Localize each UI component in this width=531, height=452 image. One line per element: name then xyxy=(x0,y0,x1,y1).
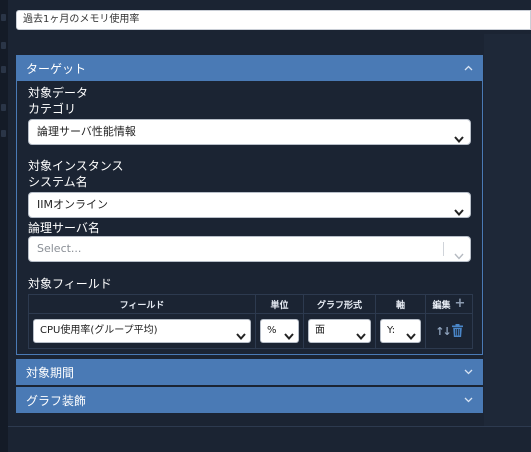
target-panel-header[interactable]: ターゲット xyxy=(16,55,483,81)
unit-select[interactable]: % xyxy=(260,319,299,343)
decoration-panel-header[interactable]: グラフ装飾 xyxy=(16,387,483,413)
plus-icon[interactable]: + xyxy=(455,297,466,310)
category-select-value: 論理サーバ性能情報 xyxy=(37,125,136,138)
chevron-down-icon xyxy=(284,327,294,342)
field-table: フィールド 単位 グラフ形式 軸 編集 + CPU使用率(グループ平均) % 面… xyxy=(28,294,473,349)
chevron-down-icon xyxy=(236,327,246,342)
target-panel: ターゲット 対象データ カテゴリ 論理サーバ性能情報 対象インスタンス システム… xyxy=(16,55,483,355)
right-column xyxy=(484,34,531,426)
target-panel-title: ターゲット xyxy=(26,61,87,76)
field-select[interactable]: CPU使用率(グループ平均) xyxy=(33,319,251,343)
target-data-label: 対象データ xyxy=(28,86,89,100)
sort-icon[interactable]: ↑↓ xyxy=(435,325,452,338)
category-label: カテゴリ xyxy=(28,102,77,116)
rail-icon xyxy=(1,14,6,21)
bottom-divider xyxy=(8,426,531,427)
category-select[interactable]: 論理サーバ性能情報 xyxy=(28,119,471,145)
graph-type-select[interactable]: 面 xyxy=(308,319,371,343)
edit-header-label: 編集 xyxy=(432,300,451,311)
edit-column-header: 編集 + xyxy=(425,294,473,314)
chevron-down-icon xyxy=(406,327,416,342)
unit-select-value: % xyxy=(267,325,277,336)
chevron-up-icon[interactable] xyxy=(464,65,473,71)
system-name-select[interactable]: IIMオンライン xyxy=(28,192,471,218)
graph-type-column-header: グラフ形式 xyxy=(303,294,376,314)
field-column-header: フィールド xyxy=(28,294,256,314)
period-panel: 対象期間 xyxy=(16,359,483,385)
chevron-down-icon xyxy=(454,128,464,144)
axis-select-value: Y: xyxy=(387,325,396,336)
rail-icon xyxy=(1,66,6,73)
chevron-down-icon xyxy=(454,245,464,261)
graph-type-select-value: 面 xyxy=(315,325,325,336)
axis-select[interactable]: Y: xyxy=(380,319,421,343)
field-select-value: CPU使用率(グループ平均) xyxy=(40,325,158,336)
chevron-down-icon xyxy=(356,327,366,342)
rail-icon xyxy=(1,104,6,111)
axis-column-header: 軸 xyxy=(375,294,426,314)
left-rail xyxy=(0,0,8,452)
logical-server-select[interactable]: Select... xyxy=(28,236,471,262)
rail-icon xyxy=(1,130,6,137)
logical-server-placeholder: Select... xyxy=(37,242,82,255)
graph-title-input[interactable]: 過去1ヶ月のメモリ使用率 xyxy=(16,10,531,30)
chevron-down-icon xyxy=(454,201,464,217)
system-name-label: システム名 xyxy=(28,175,88,189)
period-panel-header[interactable]: 対象期間 xyxy=(16,359,483,385)
trash-icon[interactable] xyxy=(451,322,463,341)
period-panel-title: 対象期間 xyxy=(26,365,75,380)
unit-column-header: 単位 xyxy=(255,294,304,314)
target-instance-label: 対象インスタンス xyxy=(28,159,124,173)
chevron-down-icon[interactable] xyxy=(464,369,473,375)
target-field-label: 対象フィールド xyxy=(28,277,112,291)
rail-icon xyxy=(1,42,6,49)
table-row: CPU使用率(グループ平均) % 面 Y: ↑↓ xyxy=(28,313,473,349)
system-name-select-value: IIMオンライン xyxy=(37,198,108,211)
select-divider xyxy=(443,242,444,256)
decoration-panel-title: グラフ装飾 xyxy=(26,393,87,408)
row-actions: ↑↓ xyxy=(430,322,468,341)
chevron-down-icon[interactable] xyxy=(464,397,473,403)
decoration-panel: グラフ装飾 xyxy=(16,387,483,413)
logical-server-label: 論理サーバ名 xyxy=(28,221,100,235)
